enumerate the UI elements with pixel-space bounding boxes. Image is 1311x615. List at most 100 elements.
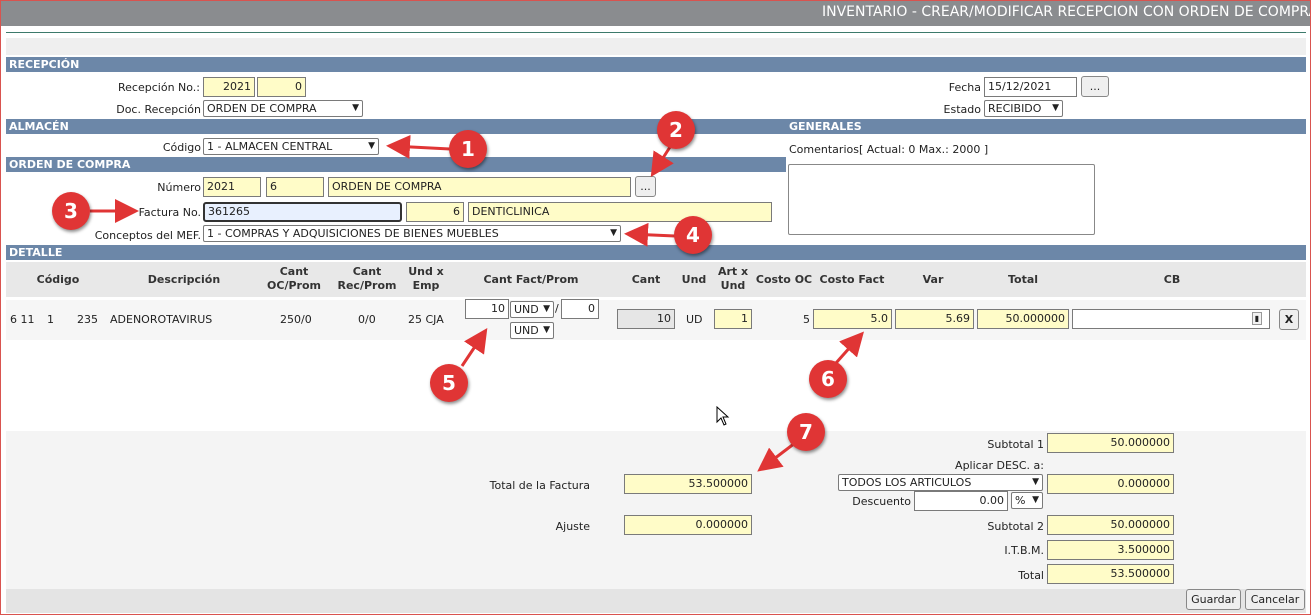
row-costo-oc: 5	[803, 313, 810, 326]
factura-field[interactable]: 361265	[203, 202, 402, 222]
descuento-label: Descuento	[852, 495, 911, 508]
col-cant-oc-line1: Cant	[279, 265, 309, 278]
col-costo-oc: Costo OC	[755, 273, 813, 286]
descuento-unit-select[interactable]: % ▼	[1011, 492, 1043, 509]
itbm-field: 3.500000	[1047, 540, 1174, 560]
col-cant-oc-line2: OC/Prom	[267, 279, 321, 292]
comentarios-label: Comentarios[ Actual: 0 Max.: 2000 ]	[789, 143, 989, 156]
title-bar: INVENTARIO - CREAR/MODIFICAR RECEPCION C…	[0, 0, 1311, 26]
cancelar-button[interactable]: Cancelar	[1245, 589, 1305, 610]
aplicar-desc-amount[interactable]: 0.000000	[1047, 474, 1174, 494]
row-art-und-field[interactable]: 1	[714, 309, 752, 329]
callout-3: 3	[52, 192, 90, 230]
col-cant-rec-line2: Rec/Prom	[337, 279, 397, 292]
col-cant-oc: Cant OC/Prom	[262, 265, 326, 293]
chevron-down-icon: ▼	[610, 228, 617, 238]
callout-4: 4	[674, 216, 712, 254]
subtotal2-field: 50.000000	[1047, 515, 1174, 535]
chevron-down-icon: ▼	[1032, 477, 1039, 487]
estado-label: Estado	[943, 103, 981, 116]
orden-year-field[interactable]: 2021	[203, 177, 261, 197]
row-und: UD	[686, 313, 703, 326]
section-orden-compra: ORDEN DE COMPRA	[6, 157, 786, 172]
doc-recepcion-select[interactable]: ORDEN DE COMPRA ▼	[203, 100, 363, 117]
aplicar-desc-value: TODOS LOS ARTICULOS	[842, 476, 972, 489]
subtotal1-label: Subtotal 1	[987, 438, 1044, 451]
row-und-select-1-value: UND	[514, 303, 539, 316]
total-factura-label: Total de la Factura	[489, 479, 590, 492]
barcode-icon[interactable]: ▮	[1252, 312, 1262, 325]
total-factura-field[interactable]: 53.500000	[624, 474, 752, 494]
recepcion-year-field[interactable]: 2021	[203, 77, 255, 97]
recepcion-seq-field[interactable]: 0	[257, 77, 306, 97]
total-field: 53.500000	[1047, 564, 1174, 584]
arrow-1	[386, 134, 451, 159]
section-detalle: DETALLE	[6, 245, 1306, 260]
col-art-und-line1: Art x	[717, 265, 749, 278]
aplicar-desc-label: Aplicar DESC. a:	[955, 459, 1044, 472]
chevron-down-icon: ▼	[352, 103, 359, 113]
chevron-down-icon: ▼	[1052, 103, 1059, 113]
col-cb: CB	[1163, 273, 1181, 286]
toolbar-strip	[6, 38, 1306, 55]
doc-recepcion-value: ORDEN DE COMPRA	[207, 102, 317, 115]
descuento-field[interactable]: 0.00	[914, 491, 1008, 511]
chevron-down-icon: ▼	[1032, 495, 1039, 505]
row-code-2: 1	[47, 313, 54, 326]
row-und-select-2[interactable]: UND ▼	[510, 322, 554, 339]
row-costo-fact-field[interactable]: 5.0	[813, 309, 892, 329]
ajuste-field[interactable]: 0.000000	[624, 515, 752, 535]
callout-1: 1	[449, 130, 487, 168]
col-und: Und	[681, 273, 707, 286]
col-cant: Cant	[631, 273, 661, 286]
recepcion-numero-label: Recepción No.:	[118, 81, 200, 94]
row-var-field[interactable]: 5.69	[895, 309, 974, 329]
aplicar-desc-select[interactable]: TODOS LOS ARTICULOS ▼	[838, 474, 1043, 491]
col-art-und-line2: Und	[720, 279, 746, 292]
comentarios-textarea[interactable]	[788, 164, 1095, 235]
subtotal2-label: Subtotal 2	[987, 520, 1044, 533]
estado-value: RECIBIDO	[988, 102, 1042, 115]
fecha-field[interactable]: 15/12/2021	[984, 77, 1077, 97]
row-und-select-1[interactable]: UND ▼	[510, 301, 554, 318]
conceptos-value: 1 - COMPRAS Y ADQUISICIONES DE BIENES MU…	[207, 227, 499, 240]
doc-recepcion-label: Doc. Recepción	[116, 103, 201, 116]
orden-seq-field[interactable]: 6	[266, 177, 324, 197]
col-cant-rec: Cant Rec/Prom	[335, 265, 399, 293]
col-total: Total	[1007, 273, 1039, 286]
row-code-1: 6 11	[10, 313, 35, 326]
conceptos-label: Conceptos del MEF.	[94, 229, 201, 242]
col-und-emp: Und x Emp	[402, 265, 450, 293]
section-recepcion: RECEPCIÓN	[6, 57, 1306, 72]
proveedor-code-field[interactable]: 6	[406, 202, 464, 222]
action-bar	[6, 589, 1306, 613]
callout-6: 6	[809, 360, 847, 398]
row-delete-button[interactable]: X	[1279, 309, 1299, 330]
factura-label: Factura No.	[138, 206, 201, 219]
fecha-picker-button[interactable]: ...	[1081, 76, 1109, 97]
descuento-unit-value: %	[1015, 494, 1026, 507]
col-cant-rec-line1: Cant	[352, 265, 382, 278]
conceptos-select[interactable]: 1 - COMPRAS Y ADQUISICIONES DE BIENES MU…	[203, 225, 621, 242]
row-cant-fact-field[interactable]: 10	[465, 299, 509, 319]
col-art-und: Art x Und	[714, 265, 752, 293]
row-total-field[interactable]: 50.000000	[977, 309, 1069, 329]
proveedor-name-field[interactable]: DENTICLINICA	[468, 202, 772, 222]
row-descripcion: ADENOROTAVIRUS	[110, 313, 213, 326]
row-code-3: 235	[77, 313, 98, 326]
mouse-cursor-icon	[716, 406, 730, 426]
row-und-emp: 25 CJA	[408, 313, 444, 326]
orden-numero-label: Número	[157, 181, 201, 194]
row-cant-prom-field[interactable]: 0	[561, 299, 599, 319]
guardar-button[interactable]: Guardar	[1186, 589, 1241, 610]
row-cb-field[interactable]	[1072, 309, 1270, 329]
almacen-codigo-select[interactable]: 1 - ALMACEN CENTRAL ▼	[203, 138, 379, 155]
row-cant-rec: 0/0	[358, 313, 376, 326]
callout-7: 7	[787, 413, 825, 451]
row-und-select-2-value: UND	[514, 324, 539, 337]
orden-desc-field[interactable]: ORDEN DE COMPRA	[328, 177, 631, 197]
itbm-label: I.T.B.M.	[1004, 544, 1044, 557]
orden-search-button[interactable]: ...	[635, 176, 656, 197]
col-cant-fact: Cant Fact/Prom	[483, 273, 579, 286]
estado-select[interactable]: RECIBIDO ▼	[984, 100, 1063, 117]
